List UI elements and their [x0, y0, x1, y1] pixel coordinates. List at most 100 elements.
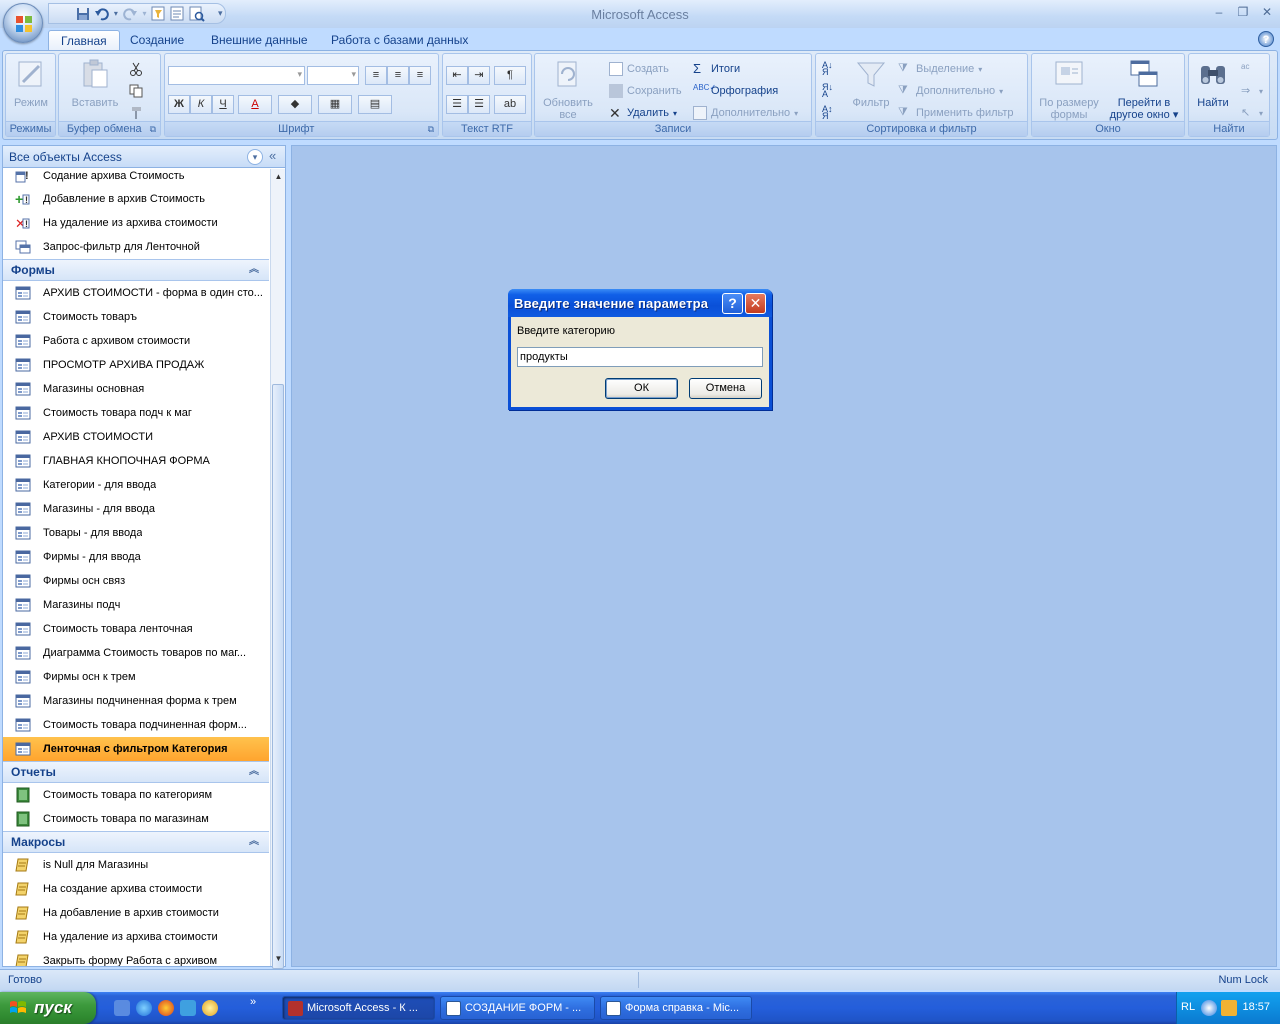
nav-collapse-icon[interactable]: « — [269, 148, 276, 163]
form-item[interactable]: АРХИВ СТОИМОСТИ — [3, 425, 269, 449]
form-item[interactable]: Фирмы осн к трем — [3, 665, 269, 689]
sort-descending-icon[interactable]: Я↓ A — [822, 82, 836, 100]
form-item[interactable]: Магазины подчиненная форма к трем — [3, 689, 269, 713]
query-item[interactable]: ✕! На удаление из архива стоимости — [3, 211, 269, 235]
macro-item[interactable]: На создание архива стоимости — [3, 877, 269, 901]
increase-indent-icon[interactable]: ⇥ — [468, 66, 490, 85]
selection-button[interactable]: ⧩ Выделение ▾ — [898, 60, 982, 78]
highlight-icon[interactable]: ab — [494, 95, 526, 114]
macro-item[interactable]: На добавление в архив стоимости — [3, 901, 269, 925]
form-item[interactable]: Магазины - для ввода — [3, 497, 269, 521]
opera-icon[interactable] — [158, 1000, 174, 1016]
form-item[interactable]: Стоимость товара подчиненная форм... — [3, 713, 269, 737]
collapse-group-icon[interactable]: ︽ — [249, 762, 259, 782]
more-records-button[interactable]: Дополнительно ▾ — [693, 104, 798, 122]
parameter-input[interactable] — [517, 347, 763, 367]
restore-icon[interactable]: ❐ — [1234, 5, 1252, 20]
macro-item[interactable]: Закрыть форму Работа с архивом — [3, 949, 269, 966]
delete-record-button[interactable]: ✕ Удалить ▾ — [609, 104, 677, 122]
nav-group-reports[interactable]: Отчеты ︽ — [3, 761, 269, 783]
sort-ascending-icon[interactable]: A↓ Я — [822, 60, 836, 78]
form-item[interactable]: Стоимость товаръ — [3, 305, 269, 329]
gridlines-icon[interactable]: ▦ — [318, 95, 352, 114]
select-icon[interactable]: ↖ ▾ — [1241, 104, 1263, 122]
messenger-icon[interactable] — [180, 1000, 196, 1016]
form-item[interactable]: Категории - для ввода — [3, 473, 269, 497]
report-item[interactable]: Стоимость товара по категориям — [3, 783, 269, 807]
internet-explorer-icon[interactable] — [136, 1000, 152, 1016]
collapse-group-icon[interactable]: ︽ — [249, 260, 259, 280]
form-item[interactable]: Работа с архивом стоимости — [3, 329, 269, 353]
align-right-icon[interactable]: ≡ — [409, 66, 431, 85]
tab-external-data[interactable]: Внешние данные — [199, 30, 320, 51]
new-record-button[interactable]: Создать — [609, 60, 669, 78]
nav-title[interactable]: Все объекты Access — [9, 150, 122, 164]
form-item[interactable]: ГЛАВНАЯ КНОПОЧНАЯ ФОРМА — [3, 449, 269, 473]
alternate-fill-icon[interactable]: ▤ — [358, 95, 392, 114]
format-painter-icon[interactable] — [129, 104, 143, 122]
nav-menu-chevron-icon[interactable]: ▾ — [247, 149, 263, 165]
tab-create[interactable]: Создание — [118, 30, 196, 51]
view-button[interactable]: Режим — [11, 58, 51, 109]
paragraph-icon[interactable]: ¶ — [494, 66, 526, 85]
query-item[interactable]: +! Добавление в архив Стоимость — [3, 187, 269, 211]
scroll-down-icon[interactable]: ▼ — [271, 951, 286, 966]
form-item[interactable]: АРХИВ СТОИМОСТИ - форма в один сто... — [3, 281, 269, 305]
font-name-combo[interactable] — [168, 66, 305, 85]
network-icon[interactable] — [1201, 1000, 1217, 1016]
show-desktop-icon[interactable] — [114, 1000, 130, 1016]
clear-sort-icon[interactable]: A↕ Я — [822, 104, 836, 122]
font-launcher-icon[interactable]: ⧉ — [428, 122, 434, 136]
apply-filter-button[interactable]: ⧩ Применить фильтр — [898, 104, 1014, 122]
query-item[interactable]: Запрос-фильтр для Ленточной — [3, 235, 269, 259]
dialog-help-icon[interactable]: ? — [722, 293, 743, 314]
tray-app-icon[interactable] — [1221, 1000, 1237, 1016]
ok-button[interactable]: ОК — [605, 378, 678, 399]
font-color-button[interactable]: A — [238, 95, 272, 114]
nav-group-forms[interactable]: Формы ︽ — [3, 259, 269, 281]
switch-windows-button[interactable]: Перейти в другое окно ▾ — [1104, 58, 1184, 121]
tab-database-tools[interactable]: Работа с базами данных — [319, 30, 480, 51]
numbered-list-icon[interactable]: ☰ — [446, 95, 468, 114]
fill-color-icon[interactable]: ◆ — [278, 95, 312, 114]
dialog-launcher-icon[interactable]: ⧉ — [150, 122, 156, 136]
goto-icon[interactable]: ⇒ ▾ — [1241, 82, 1263, 100]
office-button[interactable] — [3, 3, 43, 43]
find-button[interactable]: Найти — [1191, 58, 1235, 109]
bold-button[interactable]: Ж — [168, 95, 190, 114]
form-item[interactable]: Товары - для ввода — [3, 521, 269, 545]
save-record-button[interactable]: Сохранить — [609, 82, 682, 100]
macro-item[interactable]: is Null для Магазины — [3, 853, 269, 877]
form-item[interactable]: Магазины подч — [3, 593, 269, 617]
collapse-group-icon[interactable]: ︽ — [249, 832, 259, 852]
macro-item[interactable]: На удаление из архива стоимости — [3, 925, 269, 949]
cut-icon[interactable] — [129, 60, 143, 78]
form-item[interactable]: Ленточная с фильтром Категория — [3, 737, 269, 761]
scroll-thumb[interactable] — [272, 384, 284, 969]
spelling-button[interactable]: ABC✓ Орфография — [693, 82, 778, 100]
decrease-indent-icon[interactable]: ⇤ — [446, 66, 468, 85]
form-item[interactable]: Фирмы осн связ — [3, 569, 269, 593]
form-item[interactable]: Стоимость товара ленточная — [3, 617, 269, 641]
form-item[interactable]: Диаграмма Стоимость товаров по маг... — [3, 641, 269, 665]
cancel-button[interactable]: Отмена — [689, 378, 762, 399]
close-icon[interactable]: ✕ — [1258, 5, 1276, 20]
advanced-filter-button[interactable]: ⧩ Дополнительно ▾ — [898, 82, 1003, 100]
taskbar-item-access[interactable]: Microsoft Access - К ... — [282, 996, 435, 1020]
report-item[interactable]: Стоимость товара по магазинам — [3, 807, 269, 831]
tab-home[interactable]: Главная — [48, 30, 120, 51]
font-size-combo[interactable] — [307, 66, 359, 85]
query-item[interactable]: ! Содание архива Стоимость — [3, 169, 269, 187]
scroll-up-icon[interactable]: ▲ — [271, 169, 286, 184]
form-item[interactable]: Магазины основная — [3, 377, 269, 401]
quick-launch-more-icon[interactable]: » — [250, 996, 256, 1008]
paste-button[interactable]: Вставить — [65, 58, 125, 109]
totals-button[interactable]: Σ Итоги — [693, 60, 740, 78]
help-icon[interactable]: ? — [1258, 31, 1274, 47]
filter-button[interactable]: Фильтр — [846, 58, 896, 109]
media-player-icon[interactable] — [202, 1000, 218, 1016]
bulleted-list-icon[interactable]: ☰ — [468, 95, 490, 114]
form-item[interactable]: Стоимость товара подч к маг — [3, 401, 269, 425]
copy-icon[interactable] — [129, 82, 143, 100]
nav-group-macros[interactable]: Макросы ︽ — [3, 831, 269, 853]
